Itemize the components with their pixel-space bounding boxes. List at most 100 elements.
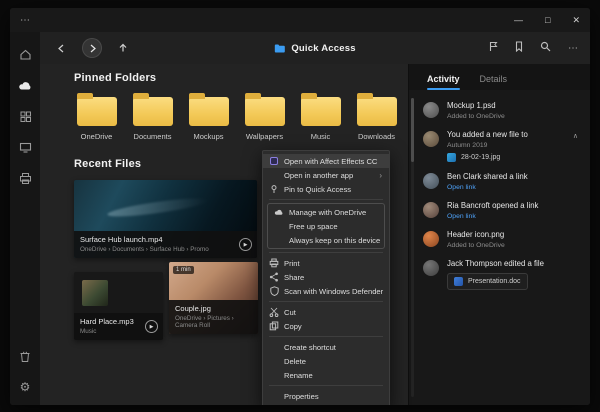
close-button[interactable]: ✕ [572, 8, 580, 32]
up-button[interactable] [114, 39, 132, 57]
tab-activity[interactable]: Activity [427, 74, 460, 90]
onedrive-cloud-icon[interactable] [17, 77, 33, 93]
more-options-icon[interactable]: ⋯ [568, 43, 578, 54]
library-icon[interactable] [17, 108, 33, 124]
panel-tabs: Activity Details [409, 64, 590, 90]
tab-details[interactable]: Details [480, 74, 508, 90]
forward-button[interactable] [83, 39, 101, 57]
open-link[interactable]: Open link [447, 184, 582, 191]
menu-separator [269, 252, 383, 253]
menu-scan-with-defender[interactable]: Scan with Windows Defender [263, 284, 389, 298]
window-menu-icon[interactable]: ⋯ [20, 15, 30, 26]
pinned-folders-row: OneDrive Documents Mockups [74, 97, 408, 141]
printer-icon [269, 258, 279, 268]
share-icon [269, 272, 279, 282]
file-name: Couple.jpg [175, 304, 252, 313]
menu-separator [269, 199, 383, 200]
pinned-folders-heading: Pinned Folders [74, 72, 408, 84]
menu-open-with[interactable]: Open with Affect Effects CC [263, 154, 389, 168]
menu-free-up-space[interactable]: Free up space [268, 219, 384, 233]
bookmark-icon[interactable] [515, 39, 523, 57]
menu-print[interactable]: Print [263, 256, 389, 270]
minimize-button[interactable]: — [514, 8, 523, 32]
menu-open-in-another-app[interactable]: Open in another app › [263, 168, 389, 182]
folder-icon [357, 97, 397, 126]
shield-icon [269, 286, 279, 296]
avatar [423, 173, 439, 189]
menu-rename[interactable]: Rename [263, 368, 389, 382]
after-effects-app-icon [269, 157, 279, 165]
avatar [423, 131, 439, 147]
attached-file[interactable]: 28-02-19.jpg [447, 153, 565, 162]
quick-access-icon [274, 44, 285, 53]
folder-icon [133, 97, 173, 126]
file-explorer-window: ⋯ — □ ✕ [10, 8, 590, 405]
folder-downloads[interactable]: Downloads [354, 97, 399, 141]
album-art [82, 280, 108, 306]
folder-icon [301, 97, 341, 126]
menu-separator [269, 301, 383, 302]
duration-badge: 1 min [173, 266, 194, 274]
activity-item[interactable]: Mockup 1.psd Added to OneDrive [423, 96, 582, 125]
menu-manage-with-onedrive[interactable]: Manage with OneDrive [268, 205, 384, 219]
cloud-icon [274, 208, 284, 216]
menu-create-shortcut[interactable]: Create shortcut [263, 340, 389, 354]
menu-pin-to-quick-access[interactable]: Pin to Quick Access [263, 182, 389, 196]
menu-cut[interactable]: Cut [263, 305, 389, 319]
folder-music[interactable]: Music [298, 97, 343, 141]
folder-onedrive[interactable]: OneDrive [74, 97, 119, 141]
search-icon[interactable] [540, 39, 551, 57]
folder-wallpapers[interactable]: Wallpapers [242, 97, 287, 141]
recent-file-video[interactable]: Surface Hub launch.mp4 OneDrive › Docume… [74, 180, 257, 258]
menu-share[interactable]: Share [263, 270, 389, 284]
activity-item[interactable]: Header icon.png Added to OneDrive [423, 225, 582, 254]
file-breadcrumb: OneDrive › Documents › Surface Hub › Pro… [80, 246, 251, 253]
document-file-icon [454, 277, 463, 286]
flag-icon[interactable] [489, 39, 498, 57]
home-icon[interactable] [17, 46, 33, 62]
panel-scrollbar[interactable] [411, 98, 414, 397]
activity-item[interactable]: You added a new file to Autumn 2019 28-0… [423, 125, 582, 167]
onedrive-menu-group: Manage with OneDrive Free up space Alway… [267, 203, 385, 249]
copy-icon [269, 321, 279, 331]
activity-item[interactable]: Ben Clark shared a link Open link [423, 167, 582, 196]
submenu-arrow-icon: › [379, 171, 382, 180]
titlebar: ⋯ — □ ✕ [10, 8, 590, 32]
menu-separator [269, 336, 383, 337]
avatar [423, 231, 439, 247]
settings-gear-icon[interactable]: ⚙ [17, 379, 33, 395]
folder-icon [77, 97, 117, 126]
attached-file[interactable]: Presentation.doc [447, 273, 528, 290]
activity-feed: Mockup 1.psd Added to OneDrive You added… [409, 90, 590, 299]
activity-item[interactable]: Ria Bancroft opened a link Open link [423, 196, 582, 225]
back-button[interactable] [52, 39, 70, 57]
avatar [423, 202, 439, 218]
folder-mockups[interactable]: Mockups [186, 97, 231, 141]
image-file-icon [447, 153, 456, 162]
play-icon[interactable]: ▶ [145, 320, 158, 333]
avatar [423, 102, 439, 118]
menu-delete[interactable]: Delete [263, 354, 389, 368]
file-breadcrumb: OneDrive › Pictures › Camera Roll [175, 315, 252, 329]
pin-icon [269, 184, 279, 194]
menu-properties[interactable]: Properties [263, 389, 389, 403]
context-menu: Open with Affect Effects CC Open in anot… [262, 150, 390, 405]
maximize-button[interactable]: □ [545, 8, 550, 32]
this-pc-icon[interactable] [17, 139, 33, 155]
desktop-background: ⋯ — □ ✕ [0, 0, 600, 412]
play-icon[interactable]: ▶ [239, 238, 252, 251]
folder-icon [245, 97, 285, 126]
recent-file-audio[interactable]: Hard Place.mp3 Music ▶ [74, 272, 163, 340]
collapse-chevron-icon[interactable]: ∧ [573, 130, 582, 140]
menu-copy[interactable]: Copy [263, 319, 389, 333]
printer-icon[interactable] [17, 170, 33, 186]
menu-always-keep-on-device[interactable]: Always keep on this device [268, 233, 384, 247]
recycle-bin-icon[interactable] [17, 348, 33, 364]
left-rail: ⚙ [10, 32, 40, 405]
recent-file-photo[interactable]: 1 min Couple.jpg OneDrive › Pictures › C… [169, 262, 258, 334]
activity-item[interactable]: Jack Thompson edited a file Presentation… [423, 254, 582, 295]
open-link[interactable]: Open link [447, 213, 582, 220]
folder-icon [189, 97, 229, 126]
menu-separator [269, 385, 383, 386]
folder-documents[interactable]: Documents [130, 97, 175, 141]
